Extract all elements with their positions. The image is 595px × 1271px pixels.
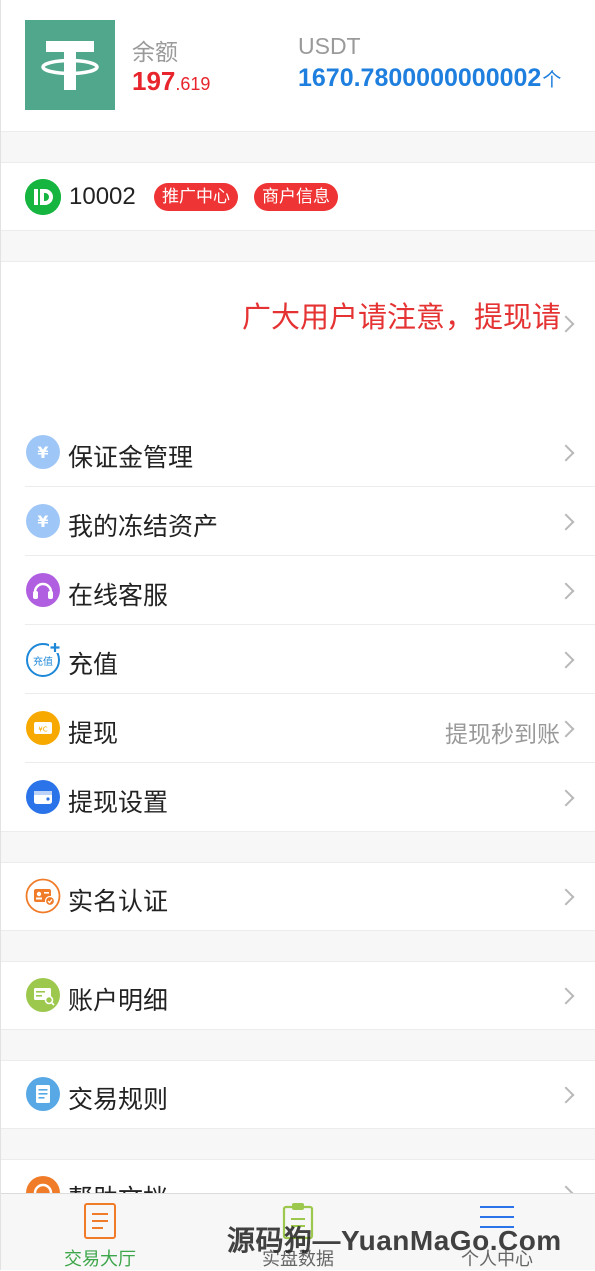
- watermark-text: 源码狗—YuanMaGo.Com: [227, 1225, 562, 1256]
- id-card-icon: [25, 878, 61, 914]
- chevron-right-icon: [557, 1086, 575, 1104]
- svg-text:¥C: ¥C: [38, 726, 47, 734]
- menu-label: 交易规则: [68, 1086, 169, 1114]
- tab-trading-hall[interactable]: 交易大厅: [1, 1194, 199, 1271]
- document-icon: [25, 1076, 61, 1112]
- menu-item-online-service[interactable]: 在线客服: [1, 556, 595, 625]
- menu-label: 实名认证: [68, 888, 169, 916]
- svg-text:充值: 充值: [33, 655, 53, 668]
- usdt-label: USDT: [298, 33, 361, 59]
- section-gap: [1, 1128, 595, 1160]
- balance-int: 197: [132, 66, 176, 96]
- promo-center-button[interactable]: 推广中心: [154, 183, 238, 211]
- chevron-right-icon: [557, 789, 575, 807]
- section-gap: [1, 831, 595, 863]
- account-id-row: 10002 推广中心 商户信息: [1, 163, 595, 230]
- menu-label: 我的冻结资产: [68, 513, 219, 541]
- balance-label: 余额: [132, 39, 178, 65]
- notice-text: 广大用户请注意，提现请: [241, 302, 561, 334]
- svg-text:¥: ¥: [37, 443, 48, 462]
- chevron-right-icon: [557, 651, 575, 669]
- menu-label: 提现: [68, 720, 119, 748]
- menu-item-withdraw-settings[interactable]: 提现设置: [1, 763, 595, 832]
- usdt-value: 1670.7800000000002个: [298, 64, 561, 93]
- chevron-right-icon: [557, 582, 575, 600]
- balance-decimal: .619: [175, 74, 211, 94]
- withdraw-hint: 提现秒到账: [445, 721, 560, 747]
- section-gap: [1, 230, 595, 262]
- withdraw-icon: ¥C: [25, 710, 61, 746]
- yuan-coin-icon: ¥: [25, 503, 61, 539]
- menu-item-recharge[interactable]: 充值 充值: [1, 625, 595, 694]
- menu-label: 充值: [68, 651, 119, 679]
- chevron-right-icon: [557, 513, 575, 531]
- id-badge-icon: [25, 179, 61, 215]
- chevron-right-icon: [557, 888, 575, 906]
- chevron-right-icon: [557, 720, 575, 738]
- balance-header: 余额 197.619 USDT 1670.7800000000002个: [1, 0, 595, 130]
- menu-item-trade-rules[interactable]: 交易规则: [1, 1060, 595, 1129]
- notice-banner[interactable]: 广大用户请注意，提现请: [1, 262, 595, 417]
- statement-icon: [25, 977, 61, 1013]
- recharge-icon: 充值: [25, 641, 61, 677]
- yuan-coin-icon: ¥: [25, 434, 61, 470]
- menu-item-account-detail[interactable]: 账户明细: [1, 961, 595, 1030]
- section-gap: [1, 1029, 595, 1061]
- wallet-icon: [25, 779, 61, 815]
- headset-icon: [25, 572, 61, 608]
- section-gap: [1, 930, 595, 962]
- svg-text:¥: ¥: [37, 512, 48, 531]
- menu-item-withdraw[interactable]: ¥C 提现 提现秒到账: [1, 694, 595, 763]
- section-gap: [1, 131, 595, 163]
- menu-item-real-name[interactable]: 实名认证: [1, 862, 595, 931]
- tether-logo-icon: [25, 20, 115, 110]
- menu-label: 在线客服: [68, 582, 169, 610]
- merchant-info-button[interactable]: 商户信息: [254, 183, 338, 211]
- document-icon: [83, 1202, 117, 1245]
- menu-item-frozen-assets[interactable]: ¥ 我的冻结资产: [1, 487, 595, 556]
- tab-label: 交易大厅: [64, 1249, 136, 1269]
- menu-label: 账户明细: [68, 987, 169, 1015]
- profile-page: 余额 197.619 USDT 1670.7800000000002个 1000…: [0, 0, 595, 1270]
- usdt-amount: 1670.7800000000002: [298, 64, 542, 92]
- menu-item-deposit-management[interactable]: ¥ 保证金管理: [1, 418, 595, 487]
- menu-label: 提现设置: [68, 789, 169, 817]
- menu-label: 保证金管理: [68, 444, 194, 472]
- usdt-unit: 个: [542, 70, 562, 91]
- chevron-right-icon: [557, 444, 575, 462]
- balance-value: 197.619: [132, 66, 210, 97]
- chevron-right-icon: [557, 987, 575, 1005]
- account-id: 10002: [69, 183, 136, 210]
